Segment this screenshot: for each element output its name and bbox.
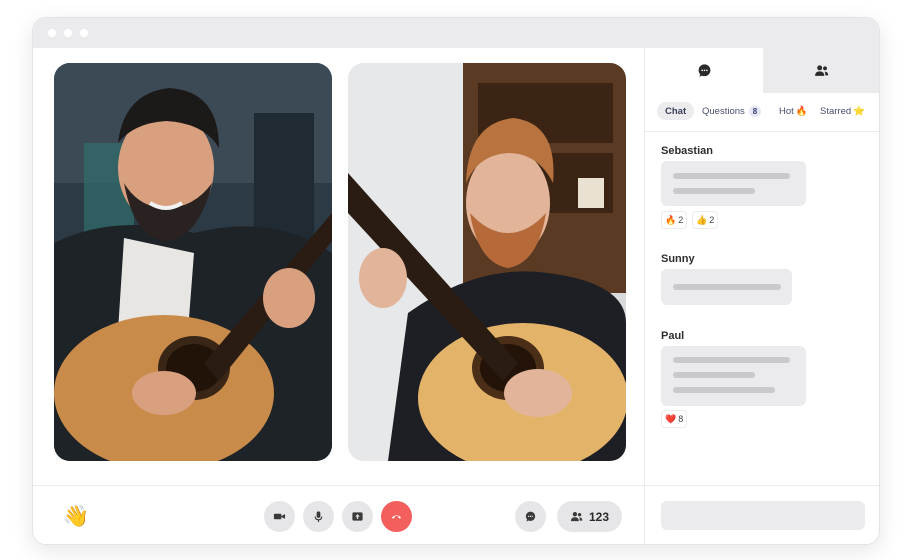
chat-bubble-icon bbox=[525, 511, 536, 522]
participants-count: 123 bbox=[588, 509, 610, 524]
open-chat-button[interactable] bbox=[515, 501, 546, 532]
message-author: Sunny bbox=[661, 253, 695, 265]
participant-2-video bbox=[348, 63, 626, 461]
filter-chat-label: Chat bbox=[665, 105, 687, 117]
hang-up-phone-icon bbox=[391, 515, 402, 519]
message-author: Paul bbox=[661, 330, 685, 342]
tab-participants[interactable] bbox=[763, 48, 879, 93]
questions-count-badge: 8 bbox=[748, 105, 762, 117]
filter-hot-label: Hot bbox=[779, 105, 794, 117]
message-bubble[interactable] bbox=[661, 269, 792, 305]
reaction-chip[interactable]: 👍 2 bbox=[692, 211, 719, 229]
message-text-placeholder bbox=[673, 387, 775, 393]
star-icon: ⭐ bbox=[853, 105, 865, 117]
tab-chat[interactable] bbox=[645, 48, 763, 93]
message-text-placeholder bbox=[673, 372, 755, 378]
window-titlebar bbox=[33, 18, 879, 48]
chat-bubble-icon bbox=[698, 64, 710, 77]
message-text-placeholder bbox=[673, 357, 790, 363]
share-screen-button[interactable] bbox=[342, 501, 373, 532]
reaction-chip[interactable]: 🔥 2 bbox=[661, 211, 688, 229]
thumbs-up-icon: 👍 bbox=[696, 214, 708, 225]
sidebar-tabs bbox=[645, 48, 879, 93]
people-icon bbox=[570, 512, 583, 522]
end-call-button[interactable] bbox=[381, 501, 412, 532]
call-controls-bar: 👋 123 bbox=[33, 485, 644, 544]
reaction-count: 2 bbox=[678, 215, 684, 225]
filter-starred-label: Starred bbox=[820, 105, 852, 117]
microphone-toggle-button[interactable] bbox=[303, 501, 334, 532]
heart-icon: ❤️ bbox=[665, 413, 677, 424]
participants-button[interactable]: 123 bbox=[557, 501, 622, 532]
chat-filter-row: Chat Questions 8 Hot 🔥 Starred ⭐ bbox=[645, 93, 879, 132]
chat-sidebar: Chat Questions 8 Hot 🔥 Starred ⭐ Sebasti… bbox=[644, 48, 879, 544]
video-stage: 👋 123 bbox=[33, 48, 644, 544]
participant-1-video bbox=[54, 63, 332, 461]
window-close-dot[interactable] bbox=[48, 29, 56, 37]
message-bubble[interactable] bbox=[661, 161, 806, 206]
wave-reaction-button[interactable]: 👋 bbox=[63, 504, 89, 530]
message-text-placeholder bbox=[673, 173, 790, 179]
people-icon bbox=[815, 65, 829, 76]
window-minimize-dot[interactable] bbox=[64, 29, 72, 37]
fire-icon: 🔥 bbox=[795, 105, 808, 117]
reaction-count: 8 bbox=[678, 414, 684, 424]
filter-questions[interactable]: Questions 8 bbox=[702, 102, 762, 120]
camera-toggle-button[interactable] bbox=[264, 501, 295, 532]
filter-hot[interactable]: Hot 🔥 bbox=[779, 102, 808, 120]
microphone-icon bbox=[314, 511, 323, 523]
video-tile-participant-2[interactable] bbox=[348, 63, 626, 461]
chat-message-input[interactable] bbox=[661, 501, 865, 530]
filter-chat[interactable]: Chat bbox=[657, 102, 695, 120]
window-maximize-dot[interactable] bbox=[80, 29, 88, 37]
video-tile-participant-1[interactable] bbox=[54, 63, 332, 461]
message-bubble[interactable] bbox=[661, 346, 806, 406]
chat-composer-area bbox=[645, 485, 879, 544]
message-text-placeholder bbox=[673, 188, 755, 194]
app-window: 👋 123 Chat Questions 8 Hot 🔥 Starred ⭐ S… bbox=[32, 17, 880, 545]
wave-hand-icon: 👋 bbox=[63, 505, 90, 528]
video-camera-icon bbox=[273, 513, 286, 520]
reaction-count: 2 bbox=[709, 215, 715, 225]
reaction-chip[interactable]: ❤️ 8 bbox=[661, 410, 688, 428]
share-screen-icon bbox=[352, 512, 363, 521]
filter-questions-label: Questions bbox=[702, 105, 745, 117]
message-author: Sebastian bbox=[661, 145, 713, 157]
filter-starred[interactable]: Starred ⭐ bbox=[820, 102, 865, 120]
fire-icon: 🔥 bbox=[665, 214, 677, 225]
message-text-placeholder bbox=[673, 284, 781, 290]
